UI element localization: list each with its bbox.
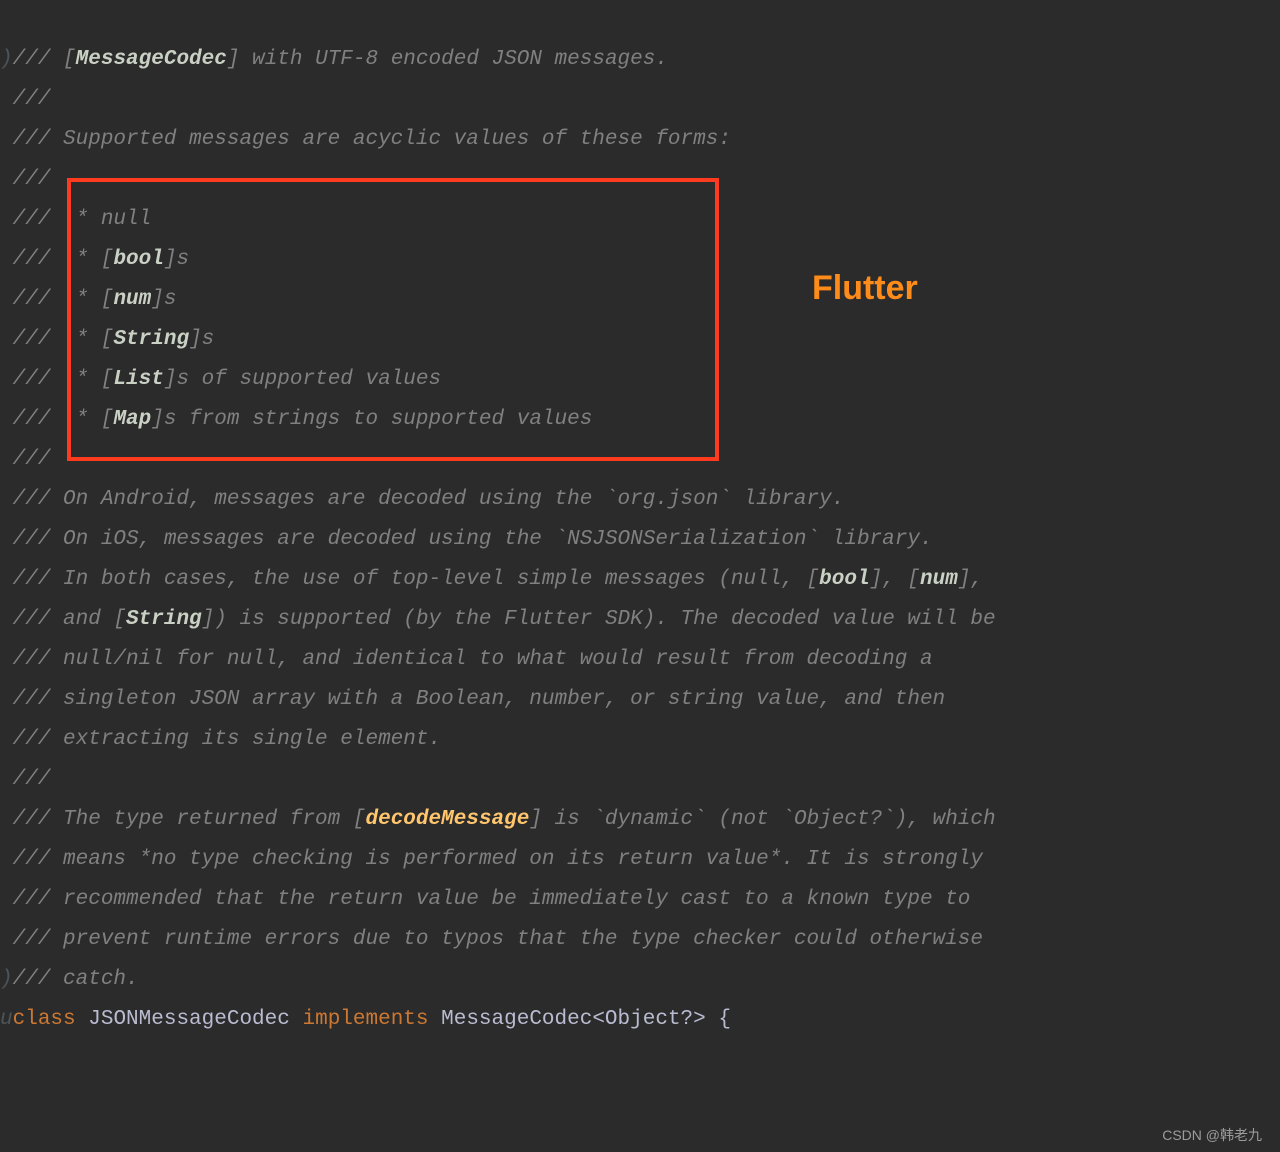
code-token: /// The type returned from: [13, 808, 353, 831]
code-token: with UTF-8 encoded JSON messages.: [239, 48, 667, 71]
code-line: /// Supported messages are acyclic value…: [0, 120, 996, 160]
code-token: ) is supported (by the Flutter SDK). The…: [214, 608, 995, 631]
code-line: /// and [String]) is supported (by the F…: [0, 600, 996, 640]
line-edge: [0, 288, 13, 311]
code-token: decodeMessage: [365, 808, 529, 831]
line-edge: ): [0, 48, 13, 71]
code-line: /// In both cases, the use of top-level …: [0, 560, 996, 600]
code-token: implements: [302, 1008, 441, 1031]
code-line: /// recommended that the return value be…: [0, 880, 996, 920]
code-token: ]: [529, 808, 542, 831]
code-line: uclass JSONMessageCodec implements Messa…: [0, 1000, 996, 1040]
code-token: /// Supported messages are acyclic value…: [13, 128, 731, 151]
line-edge: [0, 368, 13, 391]
line-edge: [0, 728, 13, 751]
line-edge: [0, 928, 13, 951]
code-line: /// On iOS, messages are decoded using t…: [0, 520, 996, 560]
code-token: String: [126, 608, 202, 631]
code-token: /// and: [13, 608, 114, 631]
code-token: ,: [970, 568, 983, 591]
line-edge: [0, 528, 13, 551]
line-edge: [0, 328, 13, 351]
code-token: ]: [202, 608, 215, 631]
line-edge: [0, 168, 13, 191]
line-edge: [0, 448, 13, 471]
line-edge: [0, 208, 13, 231]
code-token: /// recommended that the return value be…: [13, 888, 971, 911]
code-token: /// extracting its single element.: [13, 728, 441, 751]
code-token: ///: [13, 448, 51, 471]
code-line: )/// [MessageCodec] with UTF-8 encoded J…: [0, 40, 996, 80]
code-token: /// means *no type checking is performed…: [13, 848, 983, 871]
code-token: /// In both cases, the use of top-level …: [13, 568, 807, 591]
code-line: ///: [0, 80, 996, 120]
code-line: /// null/nil for null, and identical to …: [0, 640, 996, 680]
line-edge: [0, 408, 13, 431]
line-edge: [0, 648, 13, 671]
line-edge: [0, 88, 13, 111]
code-line: /// The type returned from [decodeMessag…: [0, 800, 996, 840]
code-line: /// singleton JSON array with a Boolean,…: [0, 680, 996, 720]
code-token: JSONMessageCodec: [88, 1008, 302, 1031]
line-edge: ): [0, 968, 13, 991]
code-token: [: [907, 568, 920, 591]
code-token: ///: [13, 88, 51, 111]
code-token: ]: [958, 568, 971, 591]
code-token: ]: [870, 568, 883, 591]
line-edge: [0, 128, 13, 151]
code-token: MessageCodec<Object?> {: [441, 1008, 731, 1031]
code-token: is `dynamic` (not `Object?`), which: [542, 808, 996, 831]
code-token: /// catch.: [13, 968, 139, 991]
code-line: )/// catch.: [0, 960, 996, 1000]
code-line: /// On Android, messages are decoded usi…: [0, 480, 996, 520]
code-token: /// prevent runtime errors due to typos …: [13, 928, 983, 951]
line-edge: [0, 768, 13, 791]
code-token: num: [920, 568, 958, 591]
code-line: ///: [0, 760, 996, 800]
code-line: /// means *no type checking is performed…: [0, 840, 996, 880]
code-token: MessageCodec: [76, 48, 227, 71]
code-token: class: [13, 1008, 89, 1031]
line-edge: [0, 488, 13, 511]
line-edge: u: [0, 1008, 13, 1031]
code-token: bool: [819, 568, 869, 591]
line-edge: [0, 688, 13, 711]
code-token: /// null/nil for null, and identical to …: [13, 648, 933, 671]
code-token: [: [63, 48, 76, 71]
line-edge: [0, 888, 13, 911]
line-edge: [0, 608, 13, 631]
code-token: ,: [882, 568, 907, 591]
line-edge: [0, 248, 13, 271]
code-token: /// On Android, messages are decoded usi…: [13, 488, 845, 511]
code-line: /// prevent runtime errors due to typos …: [0, 920, 996, 960]
highlight-box: [67, 178, 719, 461]
code-token: [: [353, 808, 366, 831]
code-line: /// extracting its single element.: [0, 720, 996, 760]
line-edge: [0, 808, 13, 831]
code-token: ///: [13, 48, 63, 71]
code-token: ///: [13, 168, 51, 191]
annotation-label: Flutter: [812, 268, 918, 308]
code-token: ///: [13, 768, 51, 791]
watermark: CSDN @韩老九: [1162, 1128, 1262, 1142]
code-token: /// On iOS, messages are decoded using t…: [13, 528, 933, 551]
line-edge: [0, 848, 13, 871]
code-token: [: [807, 568, 820, 591]
line-edge: [0, 568, 13, 591]
code-token: [: [113, 608, 126, 631]
code-token: /// singleton JSON array with a Boolean,…: [13, 688, 946, 711]
code-token: ]: [227, 48, 240, 71]
